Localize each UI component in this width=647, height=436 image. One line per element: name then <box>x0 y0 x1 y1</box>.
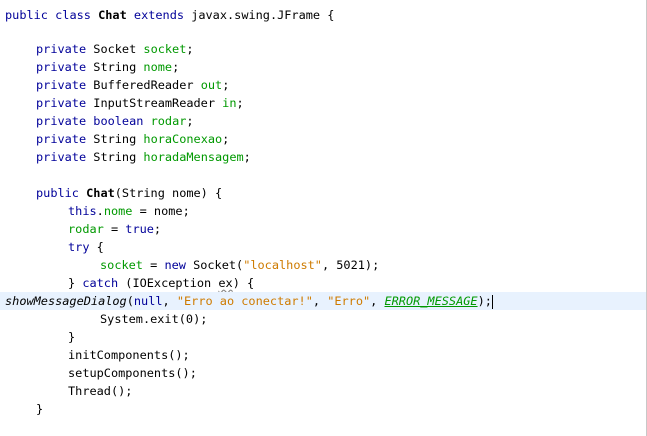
code-line-class-declaration[interactable]: public class Chat extends javax.swing.JF… <box>5 6 334 24</box>
semicolon: ; <box>243 150 251 164</box>
message-string: "Erro ao conectar!" <box>176 294 313 308</box>
field-name: nome <box>143 60 173 74</box>
modifier: public <box>36 186 79 200</box>
error-message-constant: ERROR_MESSAGE <box>384 294 478 308</box>
field-type: BufferedReader <box>93 78 194 92</box>
host-string: "localhost" <box>243 258 322 272</box>
code-line-catch[interactable]: } catch (IOException ex) { <box>5 274 254 292</box>
field-type: Socket <box>93 42 137 56</box>
close-brace: } <box>36 402 44 416</box>
semicolon: ; <box>236 96 244 110</box>
close-brace: } <box>68 330 76 344</box>
keyword-new: new <box>164 258 186 272</box>
assign-op: = <box>142 258 165 272</box>
modifier: private <box>36 132 87 146</box>
field-type: String <box>93 132 137 146</box>
semicolon: ; <box>222 132 230 146</box>
catch-end: ) { <box>232 276 255 290</box>
class-name: Chat <box>98 8 127 22</box>
close-brace: } <box>68 276 83 290</box>
super-class-name: javax.swing.JFrame <box>191 8 321 22</box>
code-line-field-rodar[interactable]: private boolean rodar; <box>5 112 194 130</box>
assign-rest: = nome; <box>132 204 190 218</box>
field-name: out <box>200 78 223 92</box>
title-string: "Erro" <box>327 294 371 308</box>
field-ref: nome <box>103 204 133 218</box>
open-brace: { <box>89 240 104 254</box>
field-ref: socket <box>100 258 143 272</box>
modifier: private <box>36 114 87 128</box>
code-line-field-out[interactable]: private BufferedReader out; <box>5 76 229 94</box>
code-editor[interactable]: public class Chat extends javax.swing.JF… <box>0 0 647 436</box>
keyword-null: null <box>133 294 163 308</box>
code-line-try[interactable]: try { <box>5 238 104 256</box>
keyword-extends: extends <box>133 8 185 22</box>
semicolon: ; <box>172 60 180 74</box>
text-cursor <box>491 294 493 309</box>
field-name: in <box>222 96 237 110</box>
code-line-field-horadaMensagem[interactable]: private String horadaMensagem; <box>5 148 251 166</box>
field-name: rodar <box>150 114 187 128</box>
keyword-true: true <box>125 222 154 236</box>
field-type: boolean <box>93 114 144 128</box>
keyword-class: class <box>55 8 91 22</box>
modifier: private <box>36 78 87 92</box>
field-type: String <box>93 60 137 74</box>
constructor-params: (String nome) { <box>114 186 223 200</box>
field-ref: rodar <box>68 222 104 236</box>
exception-variable: ex <box>218 276 233 290</box>
code-line-socket-assign[interactable]: socket = new Socket("localhost", 5021); <box>5 256 379 274</box>
code-line-constructor-declaration[interactable]: public Chat(String nome) { <box>5 184 222 202</box>
semicolon: ; <box>153 222 162 236</box>
keyword-catch: catch <box>82 276 119 290</box>
assign-op: = <box>103 222 126 236</box>
code-line-field-in[interactable]: private InputStreamReader in; <box>5 94 244 112</box>
modifier: private <box>36 96 87 110</box>
exit-call: System.exit(0); <box>100 312 208 326</box>
method-call: showMessageDialog <box>5 294 127 308</box>
code-line-assign-nome[interactable]: this.nome = nome; <box>5 202 190 220</box>
modifier: private <box>36 60 87 74</box>
modifier: private <box>36 150 87 164</box>
semicolon: ; <box>186 114 194 128</box>
socket-ctor: Socket( <box>185 258 244 272</box>
code-line-field-horaConexao[interactable]: private String horaConexao; <box>5 130 229 148</box>
setup-call: setupComponents(); <box>68 366 197 380</box>
modifier: private <box>36 42 87 56</box>
catch-type: (IOException <box>118 276 219 290</box>
semicolon: ; <box>186 42 194 56</box>
code-line-show-message-dialog-current[interactable]: showMessageDialog(null, "Erro ao conecta… <box>0 292 646 310</box>
keyword-try: try <box>68 240 90 254</box>
separator: , <box>162 294 177 308</box>
keyword-this: this <box>68 204 97 218</box>
code-line-thread[interactable]: Thread(); <box>5 382 132 400</box>
separator: , <box>370 294 385 308</box>
semicolon: ; <box>222 78 230 92</box>
dot: . <box>96 204 104 218</box>
constructor-name: Chat <box>86 186 115 200</box>
init-call: initComponents(); <box>68 348 190 362</box>
keyword-public: public <box>5 8 48 22</box>
code-line-assign-rodar[interactable]: rodar = true; <box>5 220 161 238</box>
open-paren: ( <box>126 294 134 308</box>
call-end: ); <box>477 294 492 308</box>
thread-call: Thread(); <box>68 384 133 398</box>
code-line-catch-close[interactable]: } <box>5 328 75 346</box>
field-type: String <box>93 150 137 164</box>
code-line-constructor-close[interactable]: } <box>5 400 43 418</box>
field-name: horadaMensagem <box>143 150 244 164</box>
code-line-system-exit[interactable]: System.exit(0); <box>5 310 207 328</box>
separator: , <box>312 294 328 308</box>
code-line-field-nome[interactable]: private String nome; <box>5 58 179 76</box>
code-line-field-socket[interactable]: private Socket socket; <box>5 40 194 58</box>
socket-args-rest: , 5021); <box>321 258 380 272</box>
open-brace: { <box>327 8 335 22</box>
field-type: InputStreamReader <box>93 96 215 110</box>
field-name: horaConexao <box>143 132 223 146</box>
code-line-setup-components[interactable]: setupComponents(); <box>5 364 197 382</box>
field-name: socket <box>143 42 187 56</box>
line-content: showMessageDialog(null, "Erro ao conecta… <box>0 294 493 309</box>
code-line-init-components[interactable]: initComponents(); <box>5 346 190 364</box>
